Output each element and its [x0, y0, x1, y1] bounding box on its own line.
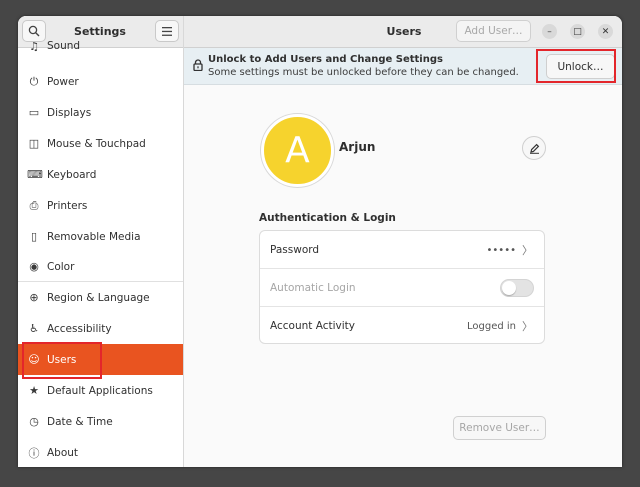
sidebar-item-displays[interactable]: ▭ Displays — [18, 97, 183, 128]
sidebar-item-label: Accessibility — [47, 322, 112, 335]
sidebar-item-label: Mouse & Touchpad — [47, 137, 146, 150]
row-label: Password — [270, 244, 320, 256]
edit-name-button[interactable] — [522, 136, 546, 160]
automatic-login-toggle[interactable] — [500, 279, 534, 297]
auth-card: Password ••••• 〉 Automatic Login Account… — [259, 230, 545, 344]
settings-window: Settings ♫ Sound ⏻ Power ▭ Displays ◫ Mo… — [18, 16, 622, 467]
minimize-icon: – — [547, 26, 552, 37]
account-activity-value: Logged in — [466, 320, 516, 332]
clock-icon: ◷ — [29, 415, 39, 428]
sidebar-item-sound[interactable]: ♫ Sound — [18, 36, 183, 56]
account-activity-row[interactable]: Account Activity Logged in 〉 — [260, 307, 544, 345]
removable-media-icon: ▯ — [30, 230, 38, 243]
sidebar-item-label: Date & Time — [47, 415, 113, 428]
sidebar-item-label: Region & Language — [47, 291, 150, 304]
sidebar-item-label: Keyboard — [47, 168, 97, 181]
sidebar-item-label: Printers — [47, 199, 88, 212]
accessibility-icon: ♿ — [29, 322, 39, 335]
printer-icon: ⎙ — [29, 198, 39, 212]
color-icon: ◉ — [29, 260, 39, 273]
minimize-button[interactable]: – — [542, 24, 557, 39]
password-value: ••••• — [486, 244, 517, 256]
power-icon: ⏻ — [29, 74, 39, 88]
sidebar-item-default-applications[interactable]: ★ Default Applications — [18, 375, 183, 406]
hamburger-menu-icon — [162, 26, 172, 36]
sidebar-item-color[interactable]: ◉ Color — [18, 251, 183, 282]
sidebar-item-label: Removable Media — [47, 230, 141, 243]
sidebar-item-about[interactable]: ⓘ About — [18, 437, 183, 467]
infobar-subtitle: Some settings must be unlocked before th… — [208, 67, 519, 78]
sidebar-item-keyboard[interactable]: ⌨ Keyboard — [18, 159, 183, 190]
maximize-button[interactable]: □ — [570, 24, 585, 39]
row-label: Automatic Login — [270, 282, 356, 294]
star-icon: ★ — [29, 384, 39, 397]
add-user-button[interactable]: Add User… — [456, 20, 531, 42]
sidebar-item-label: Sound — [47, 40, 81, 52]
sidebar-item-region-language[interactable]: ⊕ Region & Language — [18, 282, 183, 313]
avatar-letter: A — [285, 130, 310, 171]
page-title: Users — [386, 25, 422, 38]
lock-icon — [193, 59, 203, 71]
password-row[interactable]: Password ••••• 〉 — [260, 231, 544, 269]
header-bar: Users Add User… – □ ✕ — [184, 16, 622, 48]
infobar-title: Unlock to Add Users and Change Settings — [208, 54, 443, 65]
close-button[interactable]: ✕ — [598, 24, 613, 39]
sidebar: Settings ♫ Sound ⏻ Power ▭ Displays ◫ Mo… — [18, 16, 184, 467]
avatar[interactable]: A — [261, 114, 334, 187]
sidebar-item-mouse-touchpad[interactable]: ◫ Mouse & Touchpad — [18, 128, 183, 159]
sidebar-item-label: About — [47, 446, 79, 459]
music-note-icon: ♫ — [29, 39, 39, 53]
users-highlight-box — [22, 342, 102, 379]
chevron-right-icon: 〉 — [522, 244, 533, 257]
display-icon: ▭ — [28, 106, 40, 119]
globe-icon: ⊕ — [29, 291, 39, 304]
sidebar-item-label: Default Applications — [47, 384, 153, 397]
sidebar-item-label: Displays — [47, 106, 92, 119]
close-icon: ✕ — [601, 26, 610, 37]
pencil-icon — [529, 143, 539, 154]
remove-user-button[interactable]: Remove User… — [453, 416, 546, 440]
section-title: Authentication & Login — [259, 212, 396, 224]
sidebar-item-date-time[interactable]: ◷ Date & Time — [18, 406, 183, 437]
maximize-icon: □ — [573, 26, 582, 37]
sidebar-item-label: Power — [47, 75, 79, 88]
unlock-highlight-box — [536, 49, 616, 83]
toggle-knob — [502, 281, 516, 295]
sidebar-item-removable-media[interactable]: ▯ Removable Media — [18, 221, 183, 252]
automatic-login-row: Automatic Login — [260, 269, 544, 307]
user-name: Arjun — [339, 140, 376, 154]
keyboard-icon: ⌨ — [27, 168, 43, 181]
mouse-icon: ◫ — [28, 137, 40, 150]
sidebar-item-label: Color — [47, 260, 75, 273]
sidebar-item-printers[interactable]: ⎙ Printers — [18, 190, 183, 221]
row-label: Account Activity — [270, 320, 355, 332]
sidebar-item-power[interactable]: ⏻ Power — [18, 66, 183, 97]
sidebar-item-accessibility[interactable]: ♿ Accessibility — [18, 313, 183, 344]
info-icon: ⓘ — [28, 446, 40, 460]
chevron-right-icon: 〉 — [522, 320, 533, 333]
